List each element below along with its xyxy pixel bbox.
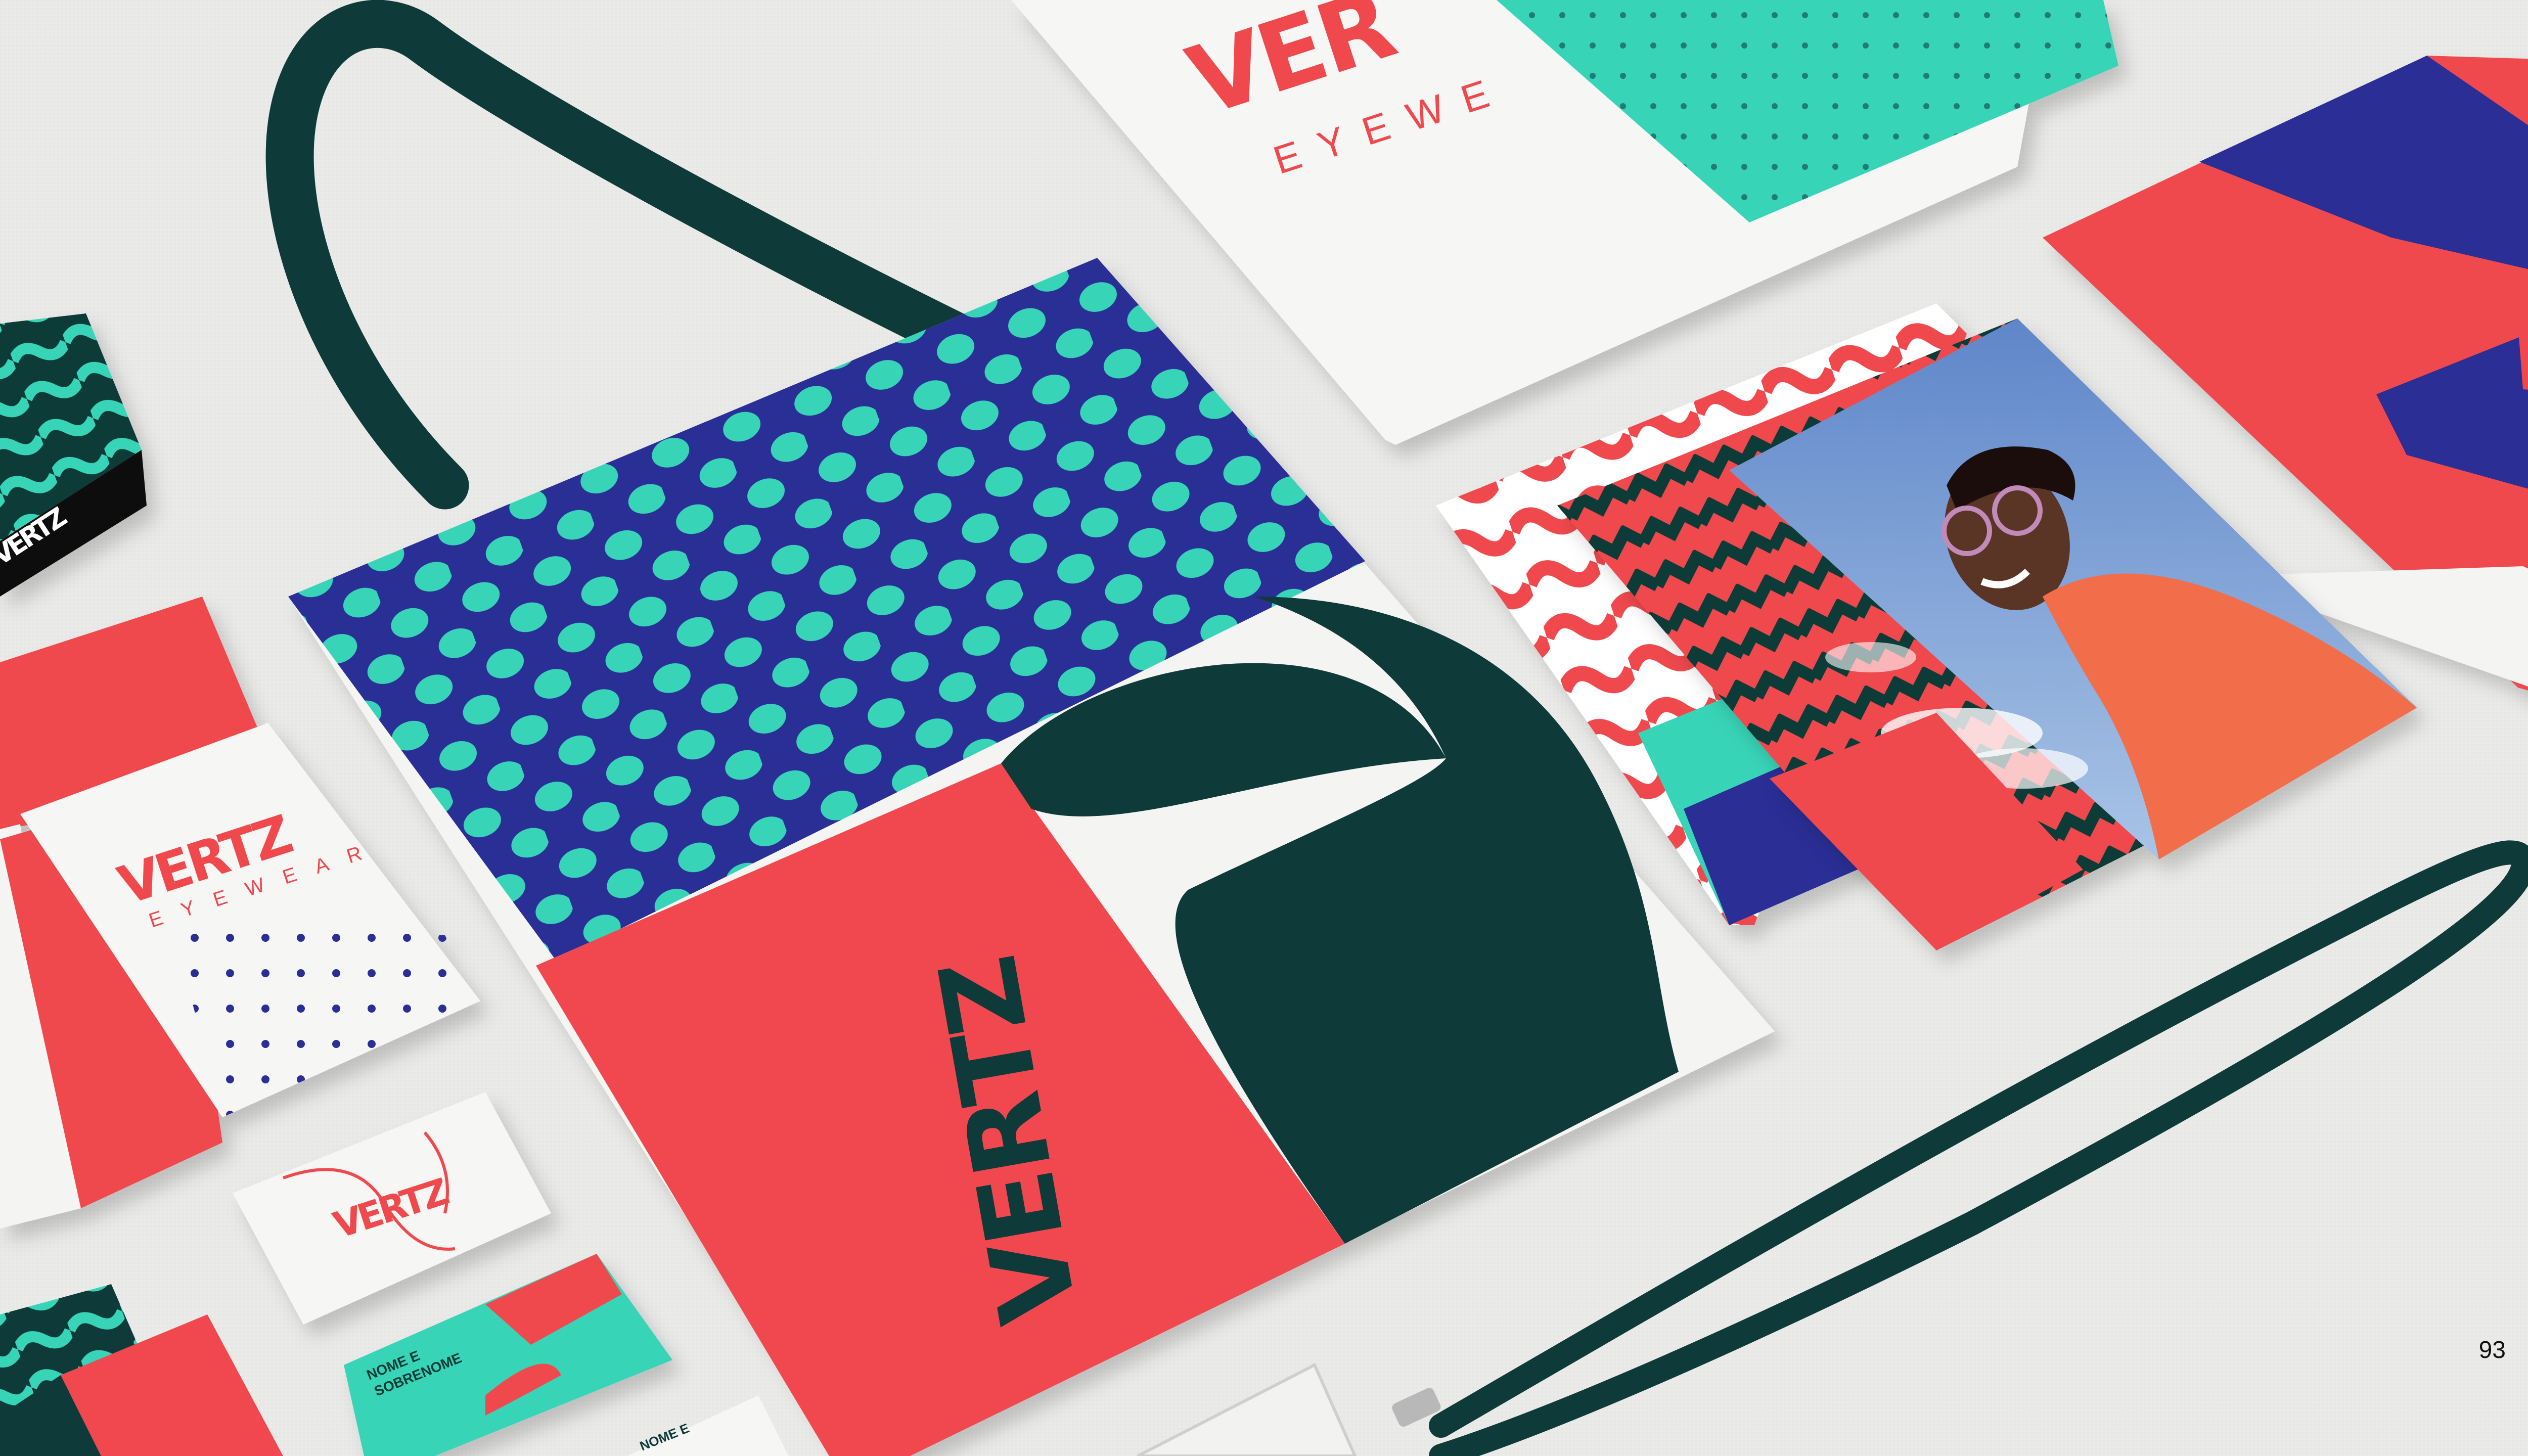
mockup-scene: VER EYEWE VERTZ VERTZ EYEWEAR VERTZ NOME: [0, 0, 2528, 1456]
page-number: 93: [2478, 1337, 2506, 1363]
